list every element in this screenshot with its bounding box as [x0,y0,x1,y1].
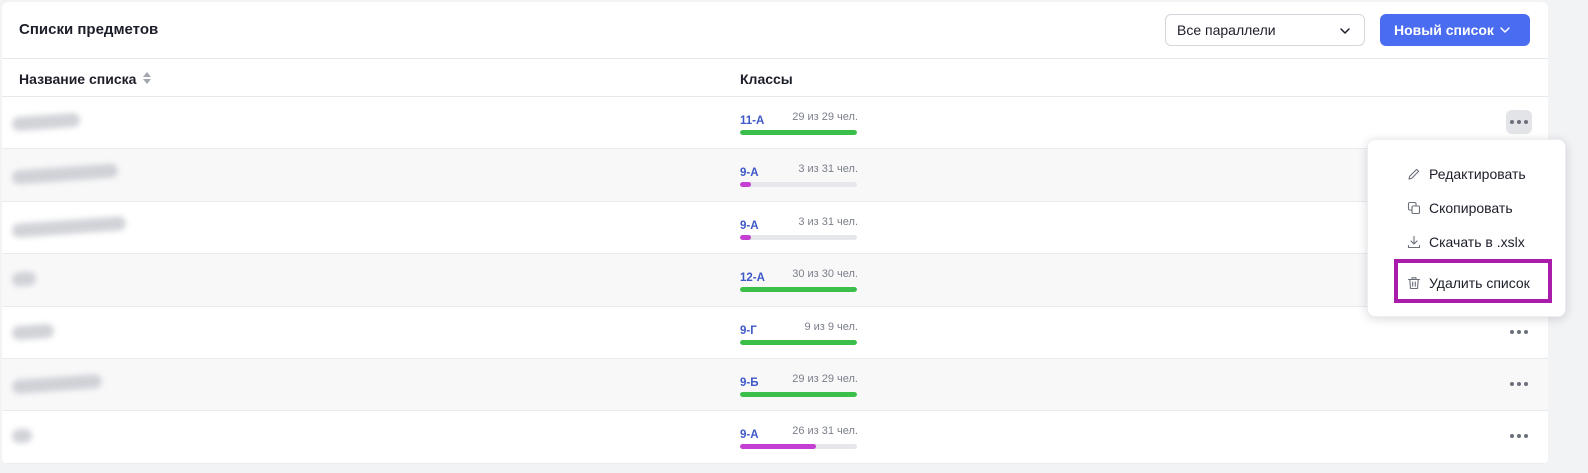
trash-icon [1407,277,1421,290]
column-header-name[interactable]: Название списка [19,71,136,87]
class-name-link[interactable]: 9-Г [740,325,757,337]
table-body: 11-А 29 из 29 чел. 9-А 3 из 31 чел. 9-А 3 из … [2,97,1548,464]
class-cell: 12-А 30 из 30 чел. [740,268,858,293]
row-context-menu: Редактировать Скопировать Скачать в .xsl… [1367,139,1566,317]
table-header: Название списка Классы [2,59,1548,97]
class-cell: 9-А 26 из 31 чел. [740,425,858,450]
student-count: 3 из 31 чел. [798,215,858,228]
redacted-list-name [11,323,55,341]
progress-bar-fill [740,391,857,397]
redacted-list-name [11,373,103,395]
progress-bar [740,287,857,293]
redacted-list-name [11,271,37,287]
progress-bar [740,234,857,240]
more-dots-icon [1517,434,1521,439]
progress-bar-fill [740,444,817,450]
menu-item-download-label: Скачать в .xslx [1429,234,1525,250]
more-dots-icon [1524,329,1528,334]
class-name-link[interactable]: 11-А [740,115,764,127]
download-icon [1407,235,1421,249]
menu-item-download[interactable]: Скачать в .xslx [1368,227,1565,257]
sort-icon[interactable] [142,70,152,86]
table-row[interactable]: 9-Б 29 из 29 чел. [2,358,1548,412]
table-row[interactable]: 9-А 3 из 31 чел. [2,149,1548,202]
class-name-link[interactable]: 9-Б [740,377,759,389]
class-cell: 9-А 3 из 31 чел. [740,163,858,188]
menu-item-edit-label: Редактировать [1429,166,1526,182]
more-dots-icon [1517,329,1521,334]
menu-item-delete-label: Удалить список [1429,275,1530,291]
menu-item-edit[interactable]: Редактировать [1368,159,1565,189]
table-row[interactable]: 11-А 29 из 29 чел. [2,97,1548,150]
student-count: 29 из 29 чел. [792,372,858,385]
class-name-link[interactable]: 12-А [740,272,765,284]
class-cell: 9-А 3 из 31 чел. [740,215,858,240]
parallel-filter-select[interactable]: Все параллели [1165,14,1365,46]
copy-icon [1407,201,1421,215]
more-dots-icon [1524,434,1528,439]
row-actions-button[interactable] [1506,320,1532,344]
progress-bar-fill [740,234,752,240]
more-dots-icon [1510,329,1514,334]
student-count: 29 из 29 чел. [792,111,858,123]
progress-bar [740,391,857,397]
progress-bar-fill [740,339,857,345]
redacted-list-name [11,112,81,132]
menu-item-delete[interactable]: Удалить список [1368,268,1565,298]
chevron-down-icon [1340,28,1350,34]
card-header: Списки предметов Все параллели Новый спи… [2,2,1548,59]
more-dots-icon [1510,434,1514,439]
more-dots-icon [1524,120,1528,124]
chevron-down-icon [1500,27,1510,33]
progress-bar [740,339,857,345]
more-dots-icon [1517,381,1521,386]
progress-bar [740,444,857,450]
page-title: Списки предметов [19,21,159,38]
progress-bar-fill [740,182,752,188]
menu-item-copy[interactable]: Скопировать [1368,193,1565,223]
table-row[interactable]: 9-А 26 из 31 чел. [2,411,1548,464]
column-header-classes: Классы [740,71,793,87]
pencil-icon [1408,168,1420,180]
subject-lists-card: Списки предметов Все параллели Новый спи… [2,2,1548,464]
progress-bar-fill [740,130,857,135]
redacted-list-name [11,163,119,186]
row-actions-button[interactable] [1506,372,1532,396]
more-dots-icon [1510,381,1514,386]
new-list-button[interactable]: Новый список [1380,14,1530,46]
table-row[interactable]: 12-А 30 из 30 чел. [2,254,1548,307]
class-cell: 9-Б 29 из 29 чел. [740,372,858,397]
progress-bar-fill [740,287,857,293]
column-header-name-label: Название списка [19,71,137,87]
new-list-button-label: Новый список [1394,22,1494,38]
class-name-link[interactable]: 9-А [740,220,759,232]
progress-bar [740,130,857,135]
class-name-link[interactable]: 9-А [740,167,759,179]
class-name-link[interactable]: 9-А [740,429,759,441]
more-dots-icon [1524,381,1528,386]
class-cell: 11-А 29 из 29 чел. [740,111,858,135]
student-count: 3 из 31 чел. [798,163,858,176]
row-actions-button[interactable] [1506,424,1532,448]
redacted-list-name [11,428,33,445]
table-row[interactable]: 9-А 3 из 31 чел. [2,201,1548,255]
progress-bar [740,182,857,188]
redacted-list-name [11,215,127,238]
more-dots-icon [1517,120,1521,124]
class-cell: 9-Г 9 из 9 чел. [740,320,858,345]
parallel-filter-value: Все параллели [1177,22,1276,38]
menu-item-copy-label: Скопировать [1429,200,1513,216]
student-count: 30 из 30 чел. [792,268,858,281]
table-row[interactable]: 9-Г 9 из 9 чел. [2,306,1548,359]
row-actions-button[interactable] [1506,110,1532,134]
more-dots-icon [1510,120,1514,124]
student-count: 26 из 31 чел. [792,425,858,438]
student-count: 9 из 9 чел. [804,320,858,333]
